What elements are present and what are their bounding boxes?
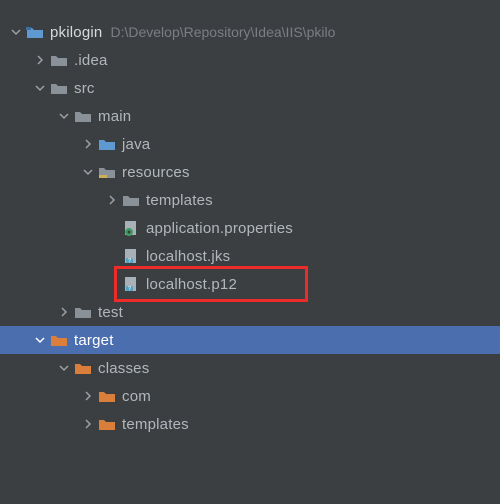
tree-item-label: localhost.p12: [146, 276, 237, 293]
tree-item-label: localhost.jks: [146, 248, 230, 265]
resources-folder-icon: [98, 163, 116, 181]
excluded-folder-icon: [98, 387, 116, 405]
project-path-hint: D:\Develop\Repository\Idea\IIS\pkilo: [110, 24, 335, 40]
tree-item-idea[interactable]: .idea: [0, 46, 500, 74]
folder-icon: [50, 79, 68, 97]
tree-item-localhost-jks[interactable]: ? localhost.jks: [0, 242, 500, 270]
folder-icon: [74, 107, 92, 125]
tree-item-label: main: [98, 108, 131, 125]
chevron-right-icon[interactable]: [56, 304, 72, 320]
tree-item-classes[interactable]: classes: [0, 354, 500, 382]
tree-item-label: resources: [122, 164, 190, 181]
tree-item-java[interactable]: java: [0, 130, 500, 158]
tree-item-label: com: [122, 388, 151, 405]
excluded-folder-icon: [98, 415, 116, 433]
tree-item-application-properties[interactable]: application.properties: [0, 214, 500, 242]
folder-icon: [26, 23, 44, 41]
properties-file-icon: [122, 219, 140, 237]
tree-item-localhost-p12[interactable]: ? localhost.p12: [0, 270, 500, 298]
chevron-down-icon[interactable]: [56, 108, 72, 124]
tree-item-label: src: [74, 80, 95, 97]
chevron-right-icon[interactable]: [80, 136, 96, 152]
chevron-right-icon[interactable]: [32, 52, 48, 68]
tree-item-label: templates: [146, 192, 213, 209]
project-tree[interactable]: pkilogin D:\Develop\Repository\Idea\IIS\…: [0, 16, 500, 438]
tree-item-com[interactable]: com: [0, 382, 500, 410]
tree-item-label: java: [122, 136, 150, 153]
tree-item-label: test: [98, 304, 123, 321]
tree-item-target[interactable]: target: [0, 326, 500, 354]
chevron-down-icon[interactable]: [56, 360, 72, 376]
tree-item-label: classes: [98, 360, 149, 377]
chevron-down-icon[interactable]: [80, 164, 96, 180]
tree-item-templates[interactable]: templates: [0, 186, 500, 214]
tree-item-project-root[interactable]: pkilogin D:\Develop\Repository\Idea\IIS\…: [0, 18, 500, 46]
chevron-right-icon[interactable]: [80, 388, 96, 404]
folder-icon: [50, 51, 68, 69]
file-icon: ?: [122, 275, 140, 293]
tree-item-main[interactable]: main: [0, 102, 500, 130]
tree-item-test[interactable]: test: [0, 298, 500, 326]
chevron-down-icon[interactable]: [8, 24, 24, 40]
excluded-folder-icon: [74, 359, 92, 377]
tree-item-label: target: [74, 332, 114, 349]
tree-item-label: .idea: [74, 52, 108, 69]
tree-item-resources[interactable]: resources: [0, 158, 500, 186]
tree-item-label: application.properties: [146, 220, 293, 237]
source-folder-icon: [98, 135, 116, 153]
file-icon: ?: [122, 247, 140, 265]
excluded-folder-icon: [50, 331, 68, 349]
tree-item-templates-classes[interactable]: templates: [0, 410, 500, 438]
chevron-down-icon[interactable]: [32, 332, 48, 348]
tree-item-label: templates: [122, 416, 189, 433]
chevron-right-icon[interactable]: [104, 192, 120, 208]
tree-item-src[interactable]: src: [0, 74, 500, 102]
folder-icon: [74, 303, 92, 321]
project-name: pkilogin: [50, 24, 102, 41]
chevron-down-icon[interactable]: [32, 80, 48, 96]
chevron-right-icon[interactable]: [80, 416, 96, 432]
folder-icon: [122, 191, 140, 209]
